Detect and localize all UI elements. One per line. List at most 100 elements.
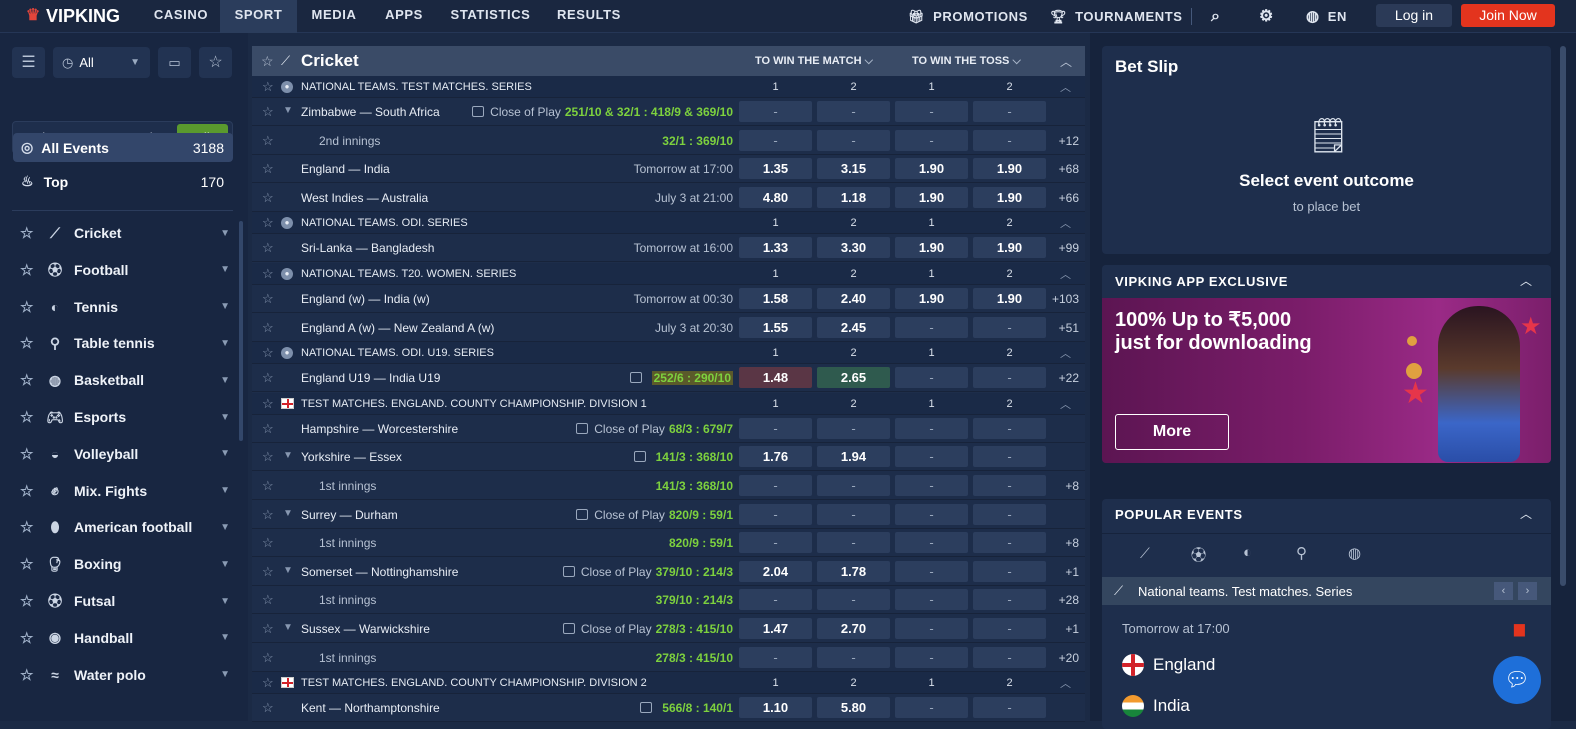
more-markets-count[interactable]: +66: [1046, 191, 1079, 205]
odds-button[interactable]: -: [973, 446, 1046, 468]
innings-row[interactable]: ☆ 1st innings 141/3 : 368/10- - - - +8: [252, 472, 1085, 500]
sidebar-item-boxing[interactable]: ☆ 🥊︎ Boxing ▼: [20, 549, 230, 579]
chevron-down-icon[interactable]: ▼: [220, 264, 230, 275]
odds-button[interactable]: -: [895, 589, 968, 611]
odds-button[interactable]: 1.94: [817, 446, 890, 468]
star-icon[interactable]: ☆: [262, 370, 274, 386]
more-markets-count[interactable]: +28: [1046, 593, 1079, 607]
innings-row[interactable]: ☆ 1st innings 278/3 : 415/10- - - - +20: [252, 644, 1085, 672]
chevron-down-icon[interactable]: ▼: [220, 596, 230, 607]
chevron-down-icon[interactable]: ▼: [283, 622, 293, 633]
sidebar-item-water-polo[interactable]: ☆ ≈ Water polo ▼: [20, 660, 230, 690]
stats-bar-icon[interactable]: ▆: [1514, 620, 1525, 637]
all-events-item[interactable]: ◎ All Events 3188: [13, 133, 233, 162]
odds-button[interactable]: 1.33: [739, 237, 812, 259]
sidebar-item-mix-fights[interactable]: ☆ ✊︎ Mix. Fights ▼: [20, 476, 230, 506]
odds-button[interactable]: 1.90: [895, 237, 968, 259]
sidebar-item-american-football[interactable]: ☆ ⬮ American football ▼: [20, 512, 230, 542]
odds-button[interactable]: -: [817, 589, 890, 611]
chevron-down-icon[interactable]: ▼: [220, 375, 230, 386]
event-row[interactable]: ☆ England — India Tomorrow at 17:00 1.35 3.1…: [252, 155, 1085, 184]
stats-icon[interactable]: [633, 451, 646, 463]
odds-button[interactable]: -: [895, 417, 968, 439]
basketball-icon[interactable]: ◍: [1348, 544, 1361, 562]
star-icon[interactable]: ☆: [262, 345, 274, 361]
odds-button[interactable]: -: [817, 417, 890, 439]
promo-more-button[interactable]: More: [1115, 414, 1229, 450]
star-icon[interactable]: ☆: [262, 266, 274, 282]
collapse-icon[interactable]: ︿: [1060, 266, 1071, 282]
chevron-down-icon[interactable]: ▼: [220, 522, 230, 533]
odds-button[interactable]: 1.47: [739, 618, 812, 639]
star-icon[interactable]: ☆: [262, 564, 274, 580]
star-icon[interactable]: ☆: [262, 320, 274, 336]
odds-button[interactable]: 1.55: [739, 316, 812, 338]
event-row[interactable]: ☆ ▼ Sussex — Warwickshire Close of Play 278/…: [252, 615, 1085, 643]
odds-button[interactable]: 1.78: [817, 560, 890, 582]
top-item[interactable]: ♨ Top 170: [13, 167, 233, 196]
login-button[interactable]: Log in: [1376, 4, 1452, 27]
more-markets-count[interactable]: +22: [1046, 371, 1079, 385]
chevron-down-icon[interactable]: ▼: [220, 228, 230, 239]
odds-button[interactable]: 1.35: [739, 158, 812, 180]
star-icon[interactable]: ☆: [20, 334, 36, 352]
gear-icon[interactable]: ⚙: [1259, 0, 1274, 33]
stats-icon[interactable]: [562, 565, 575, 577]
star-icon[interactable]: ☆: [262, 621, 274, 637]
event-row[interactable]: ☆ England (w) — India (w) Tomorrow at 00:3…: [252, 285, 1085, 313]
odds-button[interactable]: -: [973, 129, 1046, 151]
odds-button[interactable]: 1.90: [895, 186, 968, 208]
league-header[interactable]: ☆ ● NATIONAL TEAMS. T20. WOMEN. SERIES 1 2 1 2…: [252, 263, 1085, 285]
star-icon[interactable]: ☆: [262, 291, 274, 307]
odds-button[interactable]: -: [895, 367, 968, 389]
league-header[interactable]: ☆ ● NATIONAL TEAMS. ODI. SERIES 1 2 1 2 ︿: [252, 212, 1085, 235]
stats-icon[interactable]: [562, 623, 575, 634]
league-header[interactable]: ☆ TEST MATCHES. ENGLAND. COUNTY CHAMPIONS…: [252, 392, 1085, 415]
chevron-down-icon[interactable]: ▼: [283, 450, 293, 461]
odds-button[interactable]: -: [973, 697, 1046, 719]
star-icon[interactable]: ☆: [20, 408, 36, 426]
sidebar-item-volleyball[interactable]: ☆ ◒ Volleyball ▼: [20, 439, 230, 469]
odds-button[interactable]: -: [895, 503, 968, 525]
tournaments-link[interactable]: 🏆︎ TOURNAMENTS: [1050, 0, 1183, 33]
prev-arrow-icon[interactable]: ‹: [1494, 582, 1513, 600]
event-row[interactable]: ☆ West Indies — Australia July 3 at 21:00 4…: [252, 184, 1085, 212]
odds-button[interactable]: -: [895, 618, 968, 639]
star-icon[interactable]: ☆: [262, 478, 274, 494]
star-icon[interactable]: ☆: [20, 592, 36, 610]
stats-icon[interactable]: [640, 702, 653, 714]
odds-button[interactable]: -: [739, 503, 812, 525]
stats-icon[interactable]: [576, 422, 589, 434]
sidebar-item-futsal[interactable]: ☆ ⚽︎ Futsal ▼: [20, 586, 230, 616]
collapse-icon[interactable]: ︿: [1060, 79, 1071, 95]
nav-results[interactable]: RESULTS: [544, 0, 634, 33]
odds-button[interactable]: -: [973, 417, 1046, 439]
odds-button[interactable]: 1.48: [739, 367, 812, 389]
odds-button[interactable]: -: [973, 532, 1046, 554]
more-markets-count[interactable]: +51: [1046, 321, 1079, 335]
odds-button[interactable]: -: [973, 316, 1046, 338]
collapse-icon[interactable]: ︿: [1060, 215, 1071, 231]
more-markets-count[interactable]: +1: [1046, 565, 1079, 579]
odds-button[interactable]: 1.76: [739, 446, 812, 468]
star-icon[interactable]: ☆: [20, 224, 36, 242]
odds-button[interactable]: -: [895, 316, 968, 338]
collapse-icon[interactable]: ︿: [1060, 53, 1072, 70]
favorites-star-icon[interactable]: ☆: [199, 47, 232, 78]
star-icon[interactable]: ☆: [20, 298, 36, 316]
star-icon[interactable]: ☆: [20, 555, 36, 573]
odds-button[interactable]: 1.90: [973, 186, 1046, 208]
chevron-down-icon[interactable]: ▼: [220, 669, 230, 680]
more-markets-count[interactable]: +1: [1046, 622, 1079, 636]
table-tennis-icon[interactable]: ⚲: [1296, 544, 1307, 562]
event-row[interactable]: ☆ Kent — Northamptonshire 566/8 : 140/1 1.1…: [252, 694, 1085, 723]
chevron-down-icon[interactable]: ▼: [220, 412, 230, 423]
more-markets-count[interactable]: +8: [1046, 536, 1079, 550]
star-icon[interactable]: ☆: [20, 445, 36, 463]
odds-button[interactable]: -: [895, 101, 968, 122]
star-icon[interactable]: ☆: [262, 675, 274, 691]
market-win-toss[interactable]: TO WIN THE TOSS ⌵: [912, 55, 1021, 68]
star-icon[interactable]: ☆: [262, 240, 274, 256]
chevron-down-icon[interactable]: ▼: [283, 508, 293, 519]
right-scrollbar[interactable]: [1560, 46, 1566, 586]
